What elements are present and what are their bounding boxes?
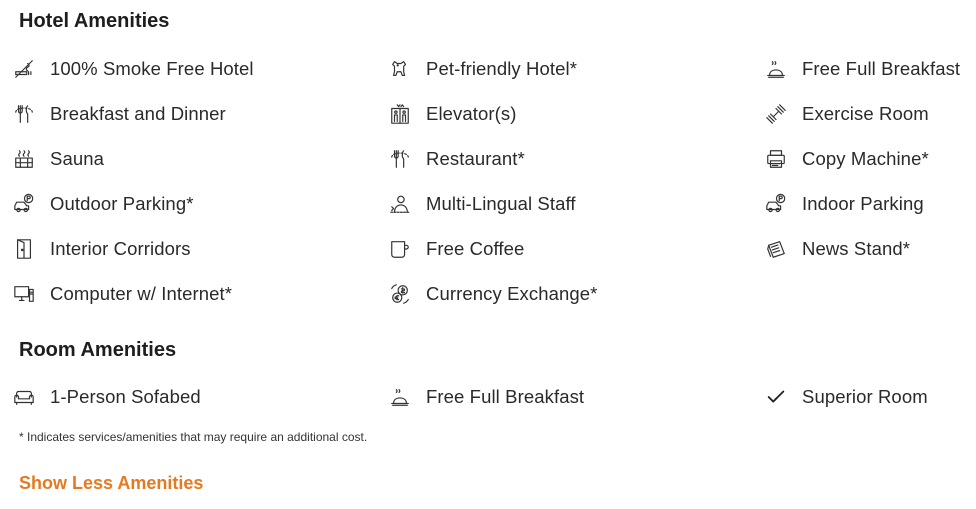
breakfast-icon — [388, 385, 412, 409]
hotel-amenities-list: 100% Smoke Free Hotel Pet-friendly Hotel… — [12, 57, 976, 327]
hotel-amenities-title: Hotel Amenities — [19, 10, 170, 32]
computer-icon — [12, 282, 36, 306]
checkmark-icon — [764, 385, 788, 409]
door-icon — [12, 237, 36, 261]
amenity-item: Free Full Breakfast — [764, 57, 960, 81]
amenity-item: Sauna — [12, 147, 104, 171]
amenity-item: Outdoor Parking* — [12, 192, 194, 216]
amenity-row: Computer w/ Internet* Currency Exchange* — [12, 282, 976, 327]
amenity-item: Copy Machine* — [764, 147, 929, 171]
breakfast-icon — [764, 57, 788, 81]
amenity-item: Elevator(s) — [388, 102, 517, 126]
amenity-item: Free Coffee — [388, 237, 524, 261]
fork-knife-icon — [388, 147, 412, 171]
sauna-icon — [12, 147, 36, 171]
amenity-row: 1-Person Sofabed Free Full Breakfast Sup… — [12, 385, 976, 430]
amenity-item: Currency Exchange* — [388, 282, 597, 306]
footnote: * Indicates services/amenities that may … — [19, 430, 368, 444]
amenity-item: Breakfast and Dinner — [12, 102, 226, 126]
amenity-row: Breakfast and Dinner Elevator(s) Exercis… — [12, 102, 976, 147]
parking-icon — [12, 192, 36, 216]
amenity-row: Sauna Restaurant* Copy Machine* — [12, 147, 976, 192]
dog-icon — [388, 57, 412, 81]
coffee-cup-icon — [388, 237, 412, 261]
amenity-item: Superior Room — [764, 385, 928, 409]
amenity-item: Indoor Parking — [764, 192, 924, 216]
amenity-item: Multi-Lingual Staff — [388, 192, 576, 216]
newspaper-icon — [764, 237, 788, 261]
amenity-row: Outdoor Parking* Multi-Lingual Staff Ind… — [12, 192, 976, 237]
room-amenities-list: 1-Person Sofabed Free Full Breakfast Sup… — [12, 385, 976, 430]
sofa-icon — [12, 385, 36, 409]
amenity-item: Exercise Room — [764, 102, 929, 126]
show-less-amenities-link[interactable]: Show Less Amenities — [19, 473, 203, 494]
parking-icon — [764, 192, 788, 216]
amenity-item: 100% Smoke Free Hotel — [12, 57, 254, 81]
staff-icon — [388, 192, 412, 216]
amenity-item: Pet-friendly Hotel* — [388, 57, 577, 81]
amenity-item: 1-Person Sofabed — [12, 385, 201, 409]
amenity-item: News Stand* — [764, 237, 910, 261]
dumbbell-icon — [764, 102, 788, 126]
fork-knife-icon — [12, 102, 36, 126]
currency-exchange-icon — [388, 282, 412, 306]
amenity-item: Computer w/ Internet* — [12, 282, 232, 306]
no-smoking-icon — [12, 57, 36, 81]
elevator-icon — [388, 102, 412, 126]
room-amenities-title: Room Amenities — [19, 339, 177, 361]
amenity-item: Restaurant* — [388, 147, 525, 171]
amenity-row: Interior Corridors Free Coffee News Stan… — [12, 237, 976, 282]
printer-icon — [764, 147, 788, 171]
amenity-row: 100% Smoke Free Hotel Pet-friendly Hotel… — [12, 57, 976, 102]
amenity-item: Interior Corridors — [12, 237, 191, 261]
amenity-item: Free Full Breakfast — [388, 385, 584, 409]
